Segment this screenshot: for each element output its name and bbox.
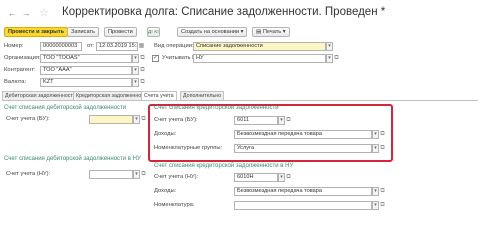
currency-label: Валюта:: [4, 79, 27, 85]
document-movements-button[interactable]: Дт Кт: [147, 27, 160, 37]
payables-income-field[interactable]: Безвозмездная передача товара: [234, 130, 372, 139]
number-field[interactable]: 00000000003: [40, 42, 82, 51]
organization-label: Организация:: [4, 55, 41, 61]
payables-nomen-open-icon[interactable]: ⧉: [379, 144, 386, 153]
payables-tax-nomen-label: Номенклатура:: [154, 202, 195, 208]
payables-tax-account-open-icon[interactable]: ⧉: [285, 173, 292, 182]
kpn-checkbox[interactable]: ✓: [152, 55, 159, 62]
payables-nomen-label: Номенклатурные группы:: [154, 145, 223, 151]
payables-income-open-icon[interactable]: ⧉: [379, 130, 386, 139]
tab-receivables[interactable]: Дебиторская задолженность: [2, 91, 79, 100]
title-bar: ← → ☆ Корректировка долга: Списание задо…: [0, 0, 480, 26]
counterparty-label: Контрагент:: [4, 67, 36, 73]
receivables-tax-account-label: Счет учета (НУ):: [6, 171, 51, 177]
number-label: Номер:: [4, 43, 24, 49]
payables-tax-income-label: Доходы:: [154, 188, 177, 194]
tab-divider: [2, 100, 478, 101]
operation-type-label: Вид операции:: [154, 43, 194, 49]
receivables-account-dropdown[interactable]: ▾: [133, 115, 140, 124]
payables-tax-nomen-field[interactable]: [234, 201, 372, 210]
chevron-down-icon: ▾: [282, 29, 286, 35]
kpn-open-icon[interactable]: ⧉: [333, 54, 340, 63]
operation-type-field[interactable]: Списание задолженности: [193, 42, 326, 51]
currency-field[interactable]: KZT: [40, 78, 132, 87]
forward-arrow-icon[interactable]: →: [21, 8, 31, 18]
payables-tax-nomen-dropdown[interactable]: ▾: [372, 201, 379, 210]
payables-account-field[interactable]: 6011: [234, 116, 278, 125]
organization-field[interactable]: ТОО "ТООАS": [40, 54, 132, 63]
tab-additional[interactable]: Дополнительно: [180, 91, 225, 100]
counterparty-open-icon[interactable]: ⧉: [139, 66, 146, 75]
payables-tax-income-open-icon[interactable]: ⧉: [379, 187, 386, 196]
receivables-account-heading: Счет списания дебиторской задолженности: [4, 105, 127, 111]
date-field[interactable]: 12.03.2019 15:36:2: [96, 42, 138, 51]
counterparty-dropdown[interactable]: ▾: [132, 66, 139, 75]
printer-icon: ▤: [256, 29, 262, 35]
receivables-account-field[interactable]: [89, 115, 133, 124]
post-button[interactable]: Провести: [104, 27, 137, 37]
payables-nomen-dropdown[interactable]: ▾: [372, 144, 379, 153]
payables-nomen-field[interactable]: Услуга: [234, 144, 372, 153]
payables-account-label: Счет учета (БУ):: [154, 117, 198, 123]
payables-account-heading: Счет списания кредиторской задолженности: [154, 105, 279, 111]
calendar-icon[interactable]: ▦: [138, 42, 145, 51]
currency-dropdown[interactable]: ▾: [132, 78, 139, 87]
payables-tax-account-dropdown[interactable]: ▾: [278, 173, 285, 182]
payables-tax-income-dropdown[interactable]: ▾: [372, 187, 379, 196]
payables-tax-account-field[interactable]: 6010Н: [234, 173, 278, 182]
kpn-field[interactable]: НУ: [193, 54, 326, 63]
payables-account-open-icon[interactable]: ⧉: [285, 116, 292, 125]
receivables-tax-account-open-icon[interactable]: ⧉: [140, 170, 147, 179]
payables-income-label: Доходы:: [154, 131, 177, 137]
print-label: Печать: [262, 29, 282, 35]
save-button[interactable]: Записать: [67, 27, 99, 37]
favorite-star-icon[interactable]: ☆: [39, 8, 49, 19]
dt-kt-icon: Дт Кт: [148, 29, 160, 34]
create-based-button[interactable]: Создать на основании ▾: [177, 27, 248, 37]
operation-type-dropdown[interactable]: ▾: [326, 42, 333, 51]
kpn-dropdown[interactable]: ▾: [326, 54, 333, 63]
receivables-tax-account-dropdown[interactable]: ▾: [133, 170, 140, 179]
date-label: от:: [87, 43, 95, 49]
organization-dropdown[interactable]: ▾: [132, 54, 139, 63]
receivables-account-label: Счет учета (БУ):: [6, 116, 50, 122]
payables-income-dropdown[interactable]: ▾: [372, 130, 379, 139]
chevron-down-icon: ▾: [240, 29, 244, 35]
payables-account-dropdown[interactable]: ▾: [278, 116, 285, 125]
currency-open-icon[interactable]: ⧉: [139, 78, 146, 87]
receivables-tax-account-heading: Счет списания дебиторской задолженности …: [4, 156, 141, 162]
organization-open-icon[interactable]: ⧉: [139, 54, 146, 63]
payables-tax-account-heading: Счет списания кредиторской задолженности…: [154, 163, 294, 169]
back-arrow-icon[interactable]: ←: [7, 8, 17, 18]
receivables-account-open-icon[interactable]: ⧉: [140, 115, 147, 124]
post-and-close-button[interactable]: Провести и закрыть: [4, 27, 69, 37]
payables-tax-nomen-open-icon[interactable]: ⧉: [379, 201, 386, 210]
payables-tax-account-label: Счет учета (НУ):: [154, 174, 199, 180]
create-based-label: Создать на основании: [181, 29, 240, 35]
receivables-tax-account-field[interactable]: [89, 170, 133, 179]
window-title: Корректировка долга: Списание задолженно…: [62, 6, 386, 18]
payables-tax-income-field[interactable]: Безвозмездная передача товара: [234, 187, 372, 196]
print-button[interactable]: ▤ Печать ▾: [252, 27, 290, 37]
counterparty-field[interactable]: ТОО "ААА": [40, 66, 132, 75]
